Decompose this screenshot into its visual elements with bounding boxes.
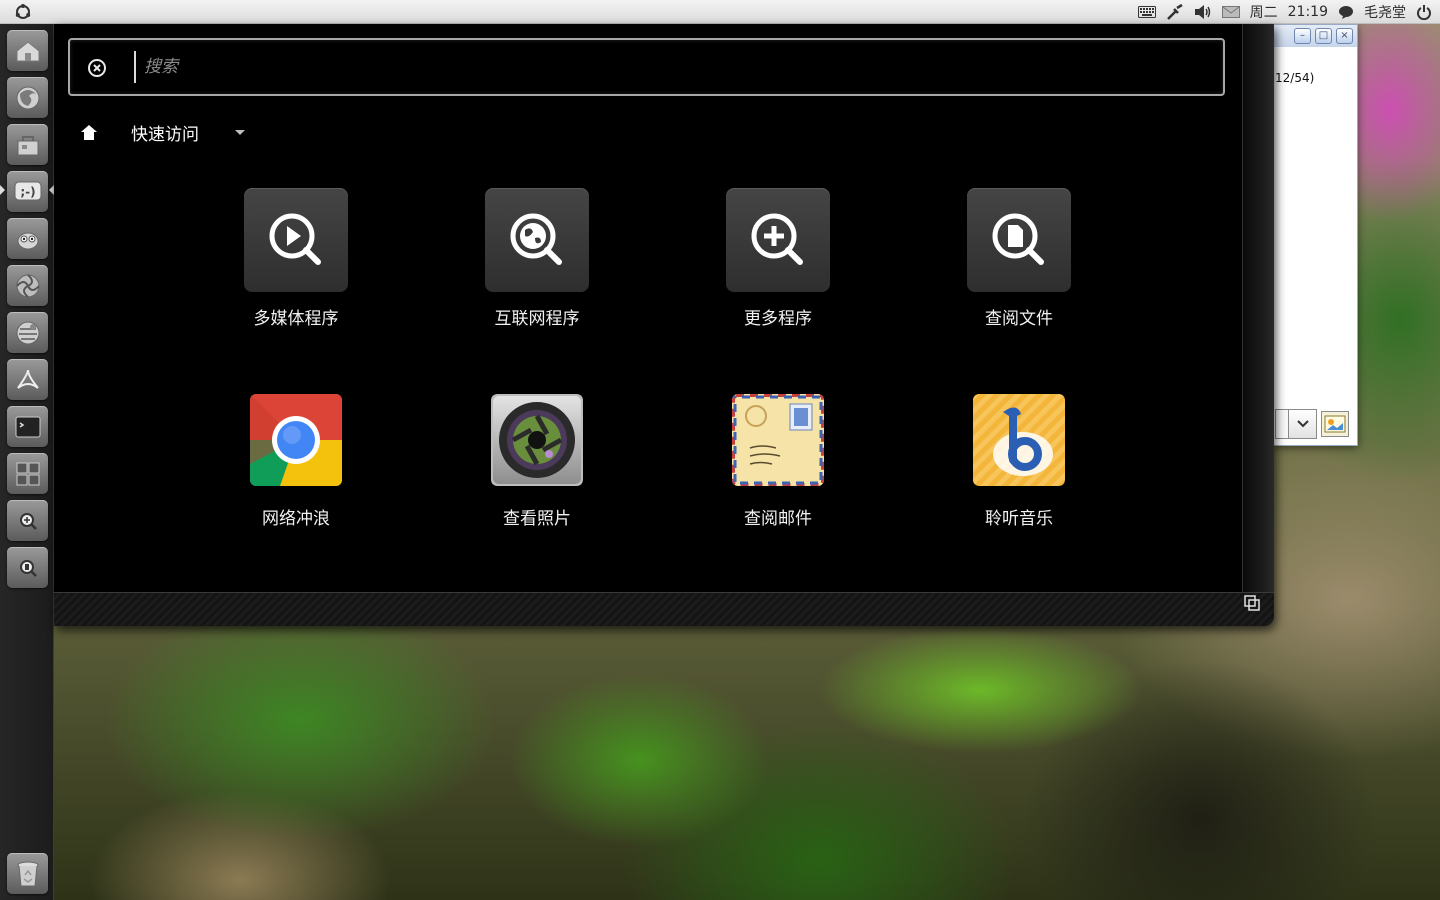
dash-overlay: 快速访问 多媒体程序 互联网程序 更多程序 查阅文件	[54, 24, 1274, 626]
indicator-area: 周二 21:19 毛尧堂	[1137, 0, 1440, 24]
close-button[interactable]: ×	[1336, 28, 1353, 44]
background-window[interactable]: – □ × 12/54)	[1272, 24, 1358, 446]
search-input[interactable]	[134, 51, 1194, 83]
category-multimedia[interactable]: 多媒体程序	[216, 188, 376, 338]
more-apps-search-icon[interactable]	[726, 188, 830, 292]
shotwell-camera-icon[interactable]	[491, 394, 583, 486]
search-box[interactable]	[68, 38, 1225, 96]
dash-edge	[1242, 24, 1274, 592]
documents-search-icon[interactable]	[967, 188, 1071, 292]
app-music[interactable]: 聆听音乐	[939, 388, 1099, 538]
chat-icon[interactable]	[1338, 0, 1354, 24]
keyboard-icon[interactable]	[1137, 0, 1156, 24]
category-documents[interactable]: 查阅文件	[939, 188, 1099, 338]
shutter-icon[interactable]	[7, 265, 48, 306]
banshee-music-icon[interactable]	[973, 394, 1065, 486]
media-search-icon[interactable]	[244, 188, 348, 292]
files-lens-icon[interactable]	[7, 547, 48, 588]
window-dropdown[interactable]	[1275, 409, 1317, 439]
app-label: 查阅邮件	[744, 509, 812, 529]
mail-envelope-icon[interactable]	[732, 394, 824, 486]
power-icon[interactable]	[1416, 0, 1432, 24]
internet-search-icon[interactable]	[485, 188, 589, 292]
category-label: 查阅文件	[985, 309, 1053, 329]
trash-icon[interactable]	[7, 853, 48, 894]
app-label: 查看照片	[503, 509, 571, 529]
category-label: 多媒体程序	[253, 309, 339, 329]
category-label: 互联网程序	[494, 309, 580, 329]
app-label: 网络冲浪	[262, 509, 330, 529]
chevron-down-icon[interactable]	[235, 129, 245, 135]
firefox-icon[interactable]	[7, 77, 48, 118]
workspace-switcher-icon[interactable]	[7, 453, 48, 494]
pdf-reader-icon[interactable]	[7, 359, 48, 400]
mail-icon[interactable]	[1221, 0, 1240, 24]
empathy-icon[interactable]: ;-)	[7, 171, 48, 212]
gnome-globe-icon[interactable]	[7, 312, 48, 353]
ubuntu-logo-icon[interactable]	[12, 2, 34, 22]
dash-bottom-border	[54, 592, 1274, 626]
category-label: 更多程序	[744, 309, 812, 329]
home-icon[interactable]	[80, 123, 98, 141]
category-internet[interactable]: 互联网程序	[457, 188, 617, 338]
clear-search-icon[interactable]	[86, 57, 108, 79]
top-panel: 周二 21:19 毛尧堂	[0, 0, 1440, 24]
clock-time[interactable]: 21:19	[1288, 4, 1328, 20]
software-center-icon[interactable]	[7, 124, 48, 165]
user-name[interactable]: 毛尧堂	[1364, 2, 1406, 22]
network-icon[interactable]	[1166, 0, 1184, 24]
gimp-icon[interactable]	[7, 218, 48, 259]
lens-label[interactable]: 快速访问	[131, 120, 199, 145]
chrome-icon[interactable]	[250, 394, 342, 486]
terminal-icon[interactable]	[7, 406, 48, 447]
app-label: 聆听音乐	[985, 509, 1053, 529]
app-photos[interactable]: 查看照片	[457, 388, 617, 538]
window-titlebar[interactable]: – □ ×	[1273, 25, 1357, 47]
image-picker-button[interactable]	[1321, 411, 1349, 437]
minimize-button[interactable]: –	[1294, 28, 1311, 44]
window-counter-text: 12/54)	[1275, 71, 1315, 85]
picture-icon	[1324, 415, 1346, 433]
home-folder-icon[interactable]	[7, 30, 48, 71]
resize-handle-icon[interactable]	[1241, 592, 1263, 614]
running-indicator	[0, 185, 5, 195]
chevron-down-icon[interactable]	[1288, 410, 1316, 438]
clock-day[interactable]: 周二	[1250, 2, 1278, 22]
maximize-button[interactable]: □	[1315, 28, 1332, 44]
volume-icon[interactable]	[1194, 0, 1212, 24]
category-more-apps[interactable]: 更多程序	[698, 188, 858, 338]
app-mail[interactable]: 查阅邮件	[698, 388, 858, 538]
launcher: ;-)	[0, 24, 54, 900]
svg-text:;-): ;-)	[20, 185, 35, 199]
applications-lens-icon[interactable]	[7, 500, 48, 541]
lens-filter-bar: 快速访问	[80, 120, 245, 145]
app-browser[interactable]: 网络冲浪	[216, 388, 376, 538]
